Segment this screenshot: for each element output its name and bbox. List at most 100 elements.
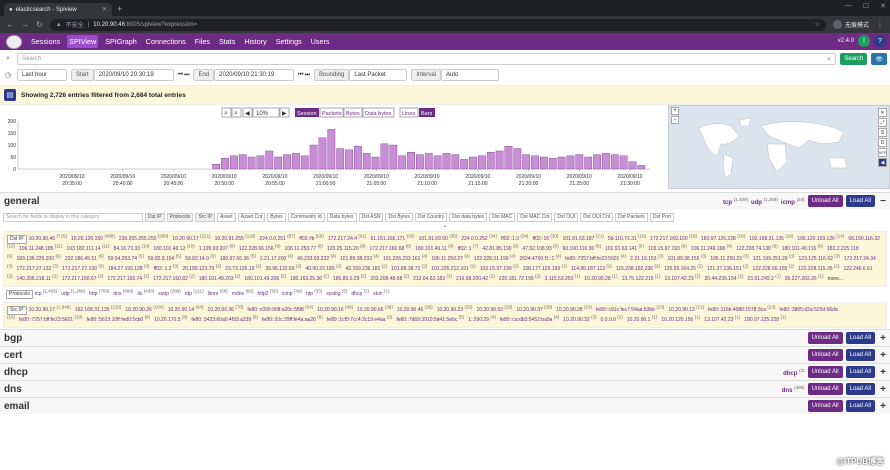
start-time-input[interactable]: 2020/09/10 20:30:19 — [93, 69, 174, 81]
cert-expand-icon[interactable]: + — [878, 350, 888, 361]
dst_ip-value[interactable]: 180.101.49.206 (2) — [244, 274, 286, 282]
dst_ip-value[interactable]: 106.11.248.185 (11) — [19, 244, 62, 252]
dst_ip-value[interactable]: 180.101.49.12 (10) — [153, 244, 194, 252]
cert-load-all-button[interactable]: Load All — [845, 349, 875, 361]
src_ip-value[interactable]: 10.20.90.53 (29) — [477, 305, 513, 313]
dst_ip-value[interactable]: 184.27.193.128 (3) — [108, 264, 150, 272]
nav-stats[interactable]: Stats — [217, 35, 237, 48]
close-window-icon[interactable]: ✕ — [880, 2, 886, 10]
map-dst-button[interactable]: D — [878, 138, 887, 147]
src_ip-value[interactable]: 10.20.90.26 (104) — [125, 305, 163, 313]
src_ip-value[interactable]: 10.20.90.17 (1,848) — [29, 305, 71, 313]
general-load-all-button[interactable]: Load All — [845, 195, 875, 207]
dst_ip-value[interactable]: 220.181.72.199 (2) — [499, 274, 541, 282]
world-map[interactable]: + − ✕ ⤢ S D XFF ◀ — [668, 105, 890, 189]
dhcp-unload-all-button[interactable]: Unload All — [807, 366, 843, 378]
back-icon[interactable]: ← — [6, 20, 14, 29]
dst_ip-value[interactable]: 180.97.66.36 (5) — [220, 254, 256, 262]
src_ip-value[interactable]: 10.20.90.37 (28) — [516, 305, 552, 313]
bookmark-star-icon[interactable]: ☆ — [815, 21, 820, 28]
field-filter-dst-oui[interactable]: Dst OUI — [554, 212, 579, 222]
protocols-value[interactable]: rdp (211) — [185, 289, 204, 297]
browser-menu-icon[interactable]: ⋮ — [876, 20, 884, 29]
src_ip-value[interactable]: 192.168.31.135 (216) — [75, 305, 122, 313]
src_ip-value[interactable]: 10.20.90.14 (94) — [168, 305, 204, 313]
interval-select[interactable]: Auto — [441, 69, 500, 81]
protocols-value[interactable]: stun (1) — [373, 289, 389, 297]
dst_ip-value[interactable]: 49.233.93.222 (4) — [297, 254, 336, 262]
dst_ip-value[interactable]: 122.228.74.138 (6) — [736, 244, 778, 252]
owl-logo-icon[interactable] — [6, 34, 22, 49]
dst_ip-value[interactable]: 172.217.160.82 (2) — [153, 274, 195, 282]
field-filter-asset[interactable]: Asset — [217, 212, 236, 222]
dst_ip-value[interactable]: 103.15.97.193 (6) — [648, 244, 687, 252]
dst_ip-value[interactable]: 121.37.136.151 (2) — [707, 264, 749, 272]
nav-connections[interactable]: Connections — [144, 35, 188, 48]
src_ip-value[interactable]: 10.20.90.23 (33) — [437, 305, 473, 313]
stat-dhcp[interactable]: dhcp (2) — [783, 368, 805, 377]
dns-expand-icon[interactable]: + — [878, 384, 888, 395]
dst_ip-value[interactable]: 122.228.115.35 (2) — [798, 264, 839, 272]
dst_ip-value[interactable]: 172.217.24.4 (61) — [328, 234, 367, 242]
protocols-header[interactable]: Protocols — [6, 290, 33, 299]
dst_ip-value[interactable]: 20.189.123.70 (2) — [182, 264, 221, 272]
dst_ip-value[interactable]: 10.20.90.46 (725) — [29, 234, 67, 242]
protocols-value[interactable]: mdns (66) — [232, 289, 254, 297]
dst_ip-value[interactable]: 13.107.42.23 (1) — [664, 274, 700, 282]
general-unload-all-button[interactable]: Unload All — [807, 195, 843, 207]
bgp-unload-all-button[interactable]: Unload All — [807, 332, 843, 344]
map-xff-button[interactable]: XFF — [878, 148, 887, 157]
dst_ip-value[interactable]: 185.85.0.29 (2) — [333, 274, 366, 282]
src_ip-value[interactable]: fe80::3423:60a0:4f93:a339 (6) — [191, 315, 258, 323]
dst_ip-value[interactable]: 140.205.218.11 (2) — [17, 274, 58, 282]
dst_ip-value[interactable]: 193.182.111.14 (11) — [66, 244, 109, 252]
dst_ip-value[interactable]: 106.11.253.77 (8) — [285, 244, 324, 252]
dst_ip-value[interactable]: 172.217.160.100 (18) — [650, 234, 697, 242]
src_ip-value[interactable]: fe80::7257:bff:fe23:5601 (10) — [19, 315, 83, 323]
dst_ip-value[interactable]: 158.177.125.199 (2) — [523, 264, 567, 272]
dst_ip-value[interactable]: 3.115.53.250 (1) — [545, 274, 581, 282]
dst_ip-value[interactable]: ff02::1 (7) — [458, 244, 479, 252]
dst_ip-value[interactable]: 222.186.49.51 (6) — [65, 254, 104, 262]
src_ip-value[interactable]: fe80::c91c:fec7:54aa:b3bb (23) — [596, 305, 664, 313]
src_ip-value[interactable]: 10.20.120.150 (1) — [661, 315, 700, 323]
src_ip-value[interactable]: 10.20.90.66 (39) — [357, 305, 393, 313]
dst_ip-value[interactable]: 101.91.63.187 (21) — [562, 234, 603, 242]
dst_ip-value[interactable]: 106.11.249.168 (6) — [691, 244, 732, 252]
protocols-value[interactable]: ntp (33) — [306, 289, 322, 297]
map-zoom-out-icon[interactable]: − — [671, 116, 679, 124]
dst_ip-value[interactable]: 180.97.126.228 (18) — [701, 234, 745, 242]
reload-icon[interactable]: ↻ — [36, 20, 43, 29]
dst_ip-value[interactable]: 114.80.187.113 (2) — [571, 264, 612, 272]
map-zoom-in-icon[interactable]: + — [671, 107, 679, 115]
bgp-expand-icon[interactable]: + — [878, 333, 888, 344]
field-filter-dst-mac[interactable]: Dst MAC — [489, 212, 516, 222]
src_ip-value[interactable]: 10.20.90.36 (70) — [208, 305, 244, 313]
dst_ip-value[interactable]: 23.51.249.2 (1) — [747, 274, 780, 282]
src_ip-value[interactable]: 0.0.0.0 (1) — [601, 315, 623, 323]
dst_ip-value[interactable]: 84.16.73.33 (10) — [114, 244, 150, 252]
dst_ip-value[interactable]: 172.217.160.67 (2) — [62, 274, 104, 282]
src_ip-value[interactable]: 10.20.90.13 (21) — [668, 305, 704, 313]
protocols-value[interactable]: dns (499) — [113, 289, 133, 297]
nav-history[interactable]: History — [242, 35, 268, 48]
dst_ip-value[interactable]: 115.238.192.236 (2) — [616, 264, 660, 272]
dst_ip-value[interactable]: 180.101.49.11 (8) — [415, 244, 454, 252]
dst_ip-value[interactable]: 106.120.159.126 (14) — [797, 234, 844, 242]
nav-spiview[interactable]: SPIView — [67, 35, 99, 48]
bgp-load-all-button[interactable]: Load All — [845, 332, 875, 344]
dst_ip-value[interactable]: 180.101.49.116 (6) — [782, 244, 823, 252]
nav-files[interactable]: Files — [193, 35, 212, 48]
dst_ip-value[interactable]: 203.208.48.68 (2) — [370, 274, 409, 282]
end-next-icon[interactable]: ⏭ — [305, 72, 310, 79]
dst_ip-value[interactable]: 180.101.49.203 (2) — [199, 274, 241, 282]
incognito-profile[interactable]: 无痕模式 — [832, 20, 869, 29]
email-unload-all-button[interactable]: Unload All — [807, 400, 843, 412]
dst_ip-value[interactable]: 106.11.250.27 (4) — [431, 254, 470, 262]
dhcp-expand-icon[interactable]: + — [878, 367, 888, 378]
protocols-value[interactable]: syslog (5) — [326, 289, 347, 297]
stat-icmp[interactable]: icmp (49) — [781, 197, 805, 206]
dst_ip-value[interactable]: 101.89.38.72 (2) — [391, 264, 427, 272]
field-filter-dst-port[interactable]: Dst Port — [649, 212, 674, 222]
nav-sessions[interactable]: Sessions — [29, 35, 62, 48]
